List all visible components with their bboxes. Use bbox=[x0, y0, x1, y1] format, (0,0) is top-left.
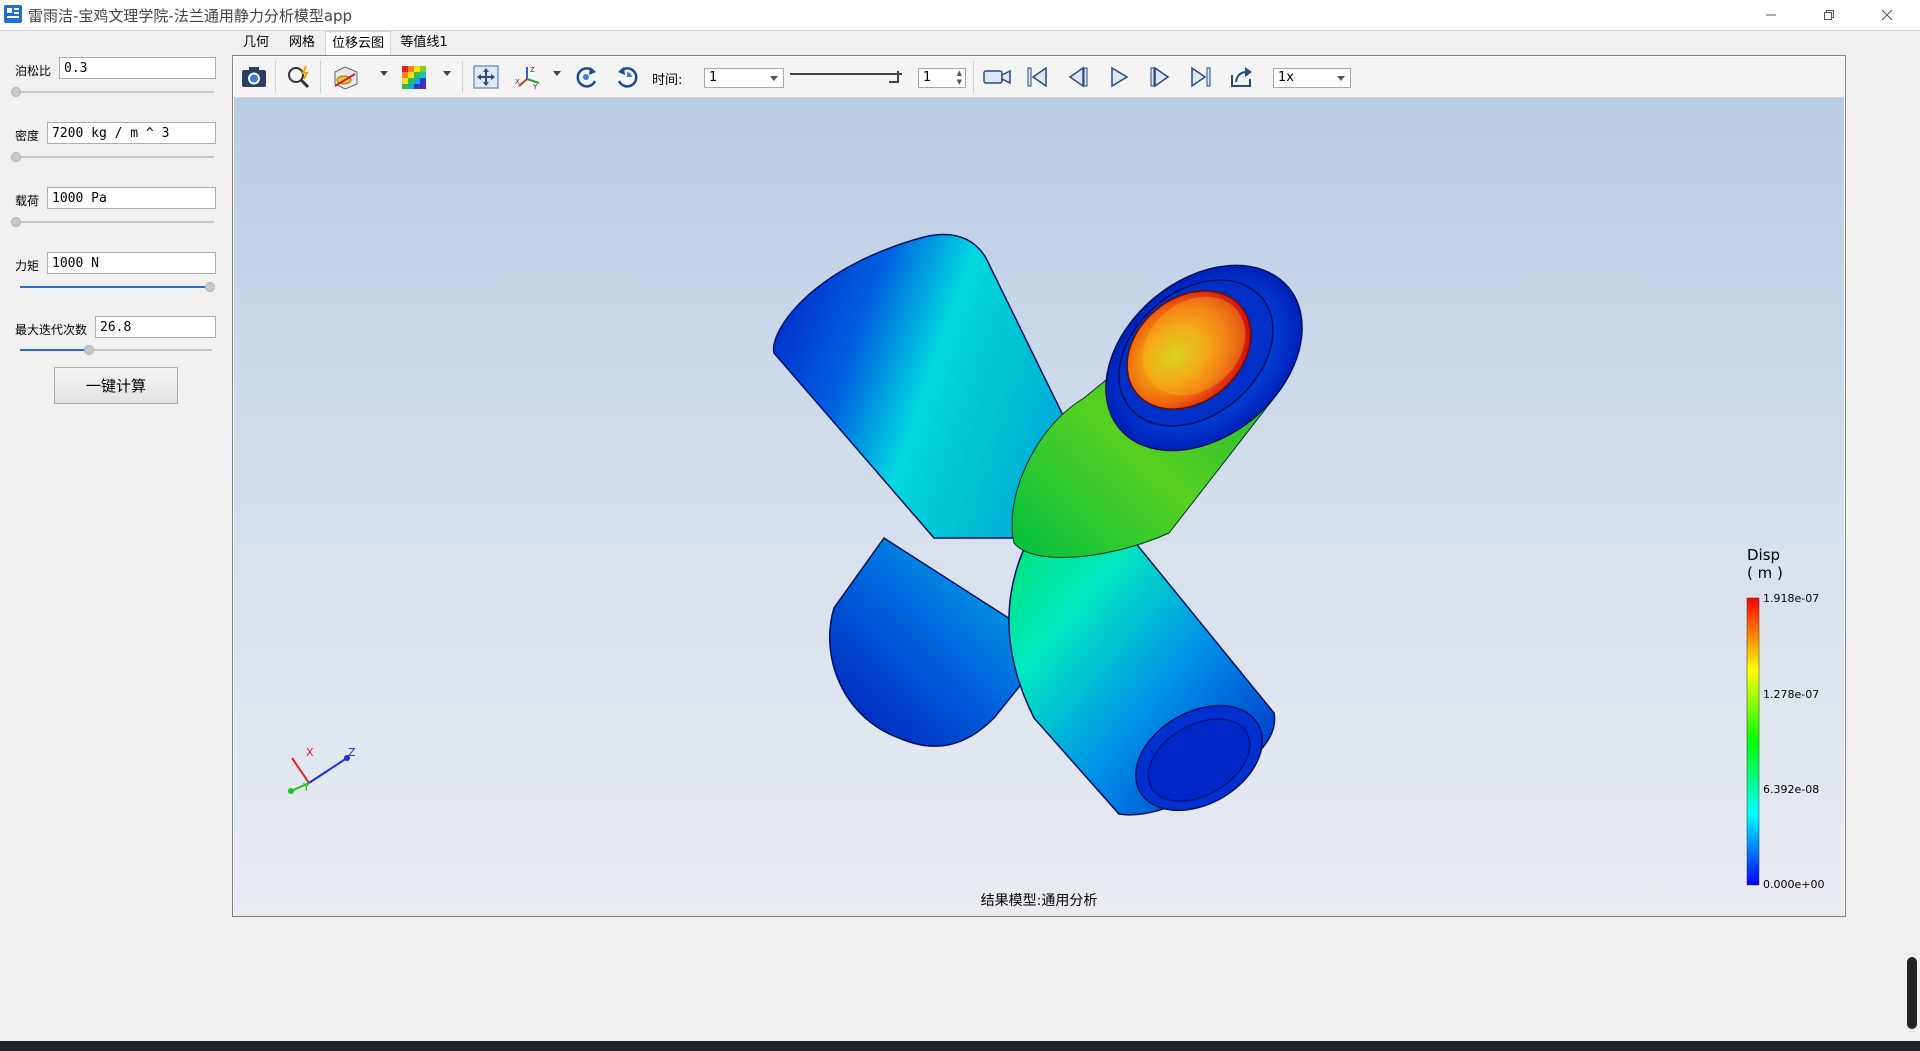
tab-mesh[interactable]: 网格 bbox=[279, 31, 325, 55]
axes-dropdown-icon[interactable] bbox=[553, 71, 561, 76]
svg-text:Y: Y bbox=[532, 83, 538, 90]
parameter-panel: 泊松比 0.3 密度 7200 kg / m ^ 3 载荷 1000 Pa 力矩… bbox=[0, 31, 230, 1041]
slider-thumb[interactable] bbox=[205, 282, 215, 292]
rotate-cw-icon[interactable] bbox=[572, 63, 602, 91]
flange-model: Y X Z bbox=[288, 233, 1760, 886]
speed-select-value: 1x bbox=[1278, 70, 1294, 85]
result-frame: Z Y X 时间: 1 1 ▲ ▼ 1x Y X Z Disp (m) 1.91… bbox=[232, 55, 1846, 917]
legend-color-bar bbox=[1746, 597, 1760, 886]
slider-thumb[interactable] bbox=[11, 87, 21, 97]
play-icon[interactable] bbox=[1104, 63, 1134, 91]
rotate-ccw-icon[interactable] bbox=[612, 63, 642, 91]
legend-title: Disp bbox=[1747, 546, 1781, 564]
taskbar-edge bbox=[0, 1041, 1920, 1051]
minimize-icon[interactable] bbox=[1748, 0, 1794, 30]
title-bar: 雷雨洁-宝鸡文理学院-法兰通用静力分析模型app bbox=[0, 0, 1920, 31]
chevron-down-icon bbox=[1337, 76, 1345, 81]
load-label: 载荷 bbox=[15, 194, 40, 208]
legend-unit: ( m ) bbox=[1747, 564, 1783, 582]
speed-select[interactable]: 1x bbox=[1273, 68, 1351, 88]
axis-z-label: Z bbox=[348, 746, 356, 759]
poisson-label: 泊松比 bbox=[15, 64, 52, 78]
last-frame-icon[interactable] bbox=[1186, 63, 1216, 91]
slice-icon[interactable] bbox=[330, 63, 360, 91]
axis-y-label: Y bbox=[302, 781, 310, 794]
time-slider-handle[interactable] bbox=[897, 71, 899, 81]
prev-frame-icon[interactable] bbox=[1063, 63, 1093, 91]
density-label: 密度 bbox=[15, 129, 40, 143]
slice-dropdown-icon[interactable] bbox=[380, 71, 388, 76]
tab-displacement-contour[interactable]: 位移云图 bbox=[325, 31, 391, 55]
axis-x-label: X bbox=[306, 746, 314, 759]
calculate-button[interactable]: 一键计算 bbox=[54, 367, 178, 404]
legend-max: 1.918e-07 bbox=[1763, 592, 1820, 605]
density-slider[interactable] bbox=[11, 151, 214, 163]
tab-isoline[interactable]: 等值线1 bbox=[391, 31, 457, 55]
moment-input[interactable]: 1000 N bbox=[47, 252, 216, 274]
toolbar: Z Y X 时间: 1 1 ▲ ▼ 1x bbox=[234, 57, 1844, 98]
restore-icon[interactable] bbox=[1806, 0, 1852, 30]
color-map-icon[interactable] bbox=[399, 63, 429, 91]
result-caption: 结果模型:通用分析 bbox=[980, 893, 1098, 909]
poisson-input[interactable]: 0.3 bbox=[59, 57, 216, 79]
slider-thumb[interactable] bbox=[84, 345, 95, 355]
slider-thumb[interactable] bbox=[11, 152, 21, 162]
max-iter-slider[interactable] bbox=[20, 344, 212, 356]
chevron-down-icon bbox=[770, 76, 778, 81]
svg-text:Z: Z bbox=[530, 66, 535, 74]
max-iter-label: 最大迭代次数 bbox=[15, 323, 88, 337]
legend-mid-high: 1.278e-07 bbox=[1763, 688, 1820, 701]
poisson-slider[interactable] bbox=[11, 86, 214, 98]
tab-geometry[interactable]: 几何 bbox=[233, 31, 279, 55]
load-slider[interactable] bbox=[11, 216, 214, 228]
export-icon[interactable] bbox=[1227, 63, 1257, 91]
scrollbar-grip[interactable] bbox=[1907, 957, 1917, 1029]
camera-icon[interactable] bbox=[239, 63, 269, 91]
close-icon[interactable] bbox=[1864, 0, 1910, 30]
record-icon[interactable] bbox=[982, 63, 1012, 91]
time-select[interactable]: 1 bbox=[704, 68, 784, 88]
axes-icon[interactable]: Z Y X bbox=[514, 63, 544, 91]
axis-triad-icon bbox=[288, 755, 350, 794]
3d-viewport[interactable]: Y X Z Disp ( m ) 1.918e-07 1.278e-07 6.3… bbox=[234, 98, 1844, 916]
time-slider-foot bbox=[889, 81, 899, 83]
time-slider-track[interactable] bbox=[790, 73, 902, 75]
first-frame-icon[interactable] bbox=[1022, 63, 1052, 91]
time-select-value: 1 bbox=[709, 70, 718, 85]
color-map-dropdown-icon[interactable] bbox=[443, 71, 451, 76]
frame-spinbox[interactable]: 1 ▲ ▼ bbox=[918, 68, 966, 88]
density-input[interactable]: 7200 kg / m ^ 3 bbox=[47, 122, 216, 144]
moment-label: 力矩 bbox=[15, 259, 40, 273]
legend-mid-low: 6.392e-08 bbox=[1763, 783, 1820, 796]
moment-slider[interactable] bbox=[20, 281, 215, 293]
zoom-icon[interactable] bbox=[284, 63, 314, 91]
svg-text:X: X bbox=[515, 78, 520, 86]
next-frame-icon[interactable] bbox=[1145, 63, 1175, 91]
spin-arrows-icon[interactable]: ▲ ▼ bbox=[957, 69, 962, 87]
max-iter-input[interactable]: 26.8 bbox=[95, 316, 216, 338]
load-input[interactable]: 1000 Pa bbox=[47, 187, 216, 209]
frame-spinbox-value: 1 bbox=[923, 70, 932, 85]
window-title: 雷雨洁-宝鸡文理学院-法兰通用静力分析模型app bbox=[28, 7, 353, 25]
slider-thumb[interactable] bbox=[11, 217, 21, 227]
app-icon bbox=[4, 5, 22, 23]
fit-view-icon[interactable] bbox=[471, 63, 501, 91]
time-label: 时间: bbox=[652, 73, 683, 88]
